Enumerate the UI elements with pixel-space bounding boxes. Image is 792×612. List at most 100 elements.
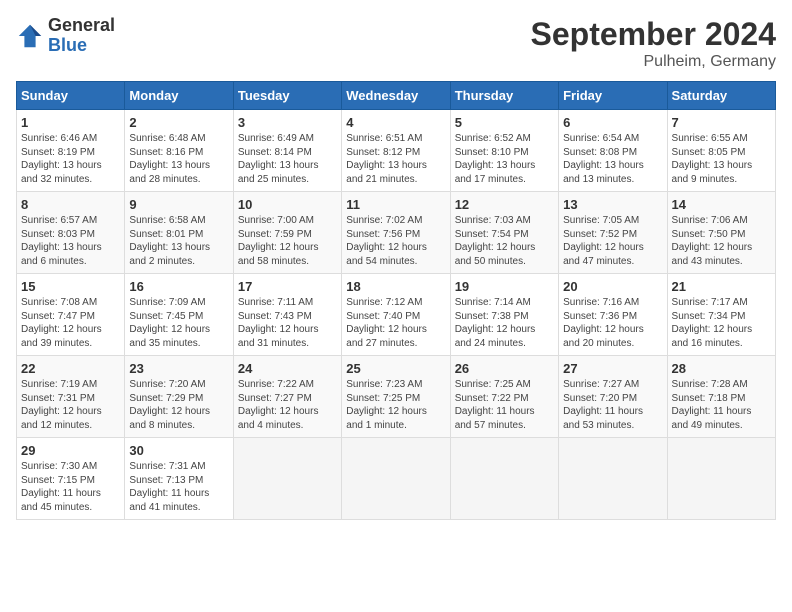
day-number: 18 (346, 279, 445, 294)
calendar-day-cell: 13 Sunrise: 7:05 AM Sunset: 7:52 PM Dayli… (559, 192, 667, 274)
calendar-day-cell: 2 Sunrise: 6:48 AM Sunset: 8:16 PM Daylig… (125, 110, 233, 192)
calendar-day-cell: 9 Sunrise: 6:58 AM Sunset: 8:01 PM Daylig… (125, 192, 233, 274)
day-info: Sunrise: 7:03 AM Sunset: 7:54 PM Dayligh… (455, 214, 554, 268)
weekday-header-cell: Wednesday (342, 82, 450, 110)
calendar-day-cell: 24 Sunrise: 7:22 AM Sunset: 7:27 PM Dayli… (233, 356, 341, 438)
day-number: 17 (238, 279, 337, 294)
day-info: Sunrise: 7:20 AM Sunset: 7:29 PM Dayligh… (129, 378, 228, 432)
day-number: 8 (21, 197, 120, 212)
day-info: Sunrise: 7:25 AM Sunset: 7:22 PM Dayligh… (455, 378, 554, 432)
calendar-table: SundayMondayTuesdayWednesdayThursdayFrid… (16, 81, 776, 520)
day-info: Sunrise: 7:02 AM Sunset: 7:56 PM Dayligh… (346, 214, 445, 268)
day-number: 19 (455, 279, 554, 294)
calendar-day-cell: 22 Sunrise: 7:19 AM Sunset: 7:31 PM Dayli… (17, 356, 125, 438)
logo-icon (16, 22, 44, 50)
day-number: 22 (21, 361, 120, 376)
calendar-day-cell: 4 Sunrise: 6:51 AM Sunset: 8:12 PM Daylig… (342, 110, 450, 192)
weekday-header-cell: Monday (125, 82, 233, 110)
weekday-header-cell: Sunday (17, 82, 125, 110)
month-title: September 2024 (531, 16, 776, 53)
calendar-day-cell: 1 Sunrise: 6:46 AM Sunset: 8:19 PM Daylig… (17, 110, 125, 192)
day-info: Sunrise: 7:30 AM Sunset: 7:15 PM Dayligh… (21, 460, 120, 514)
day-info: Sunrise: 7:23 AM Sunset: 7:25 PM Dayligh… (346, 378, 445, 432)
day-info: Sunrise: 6:48 AM Sunset: 8:16 PM Dayligh… (129, 132, 228, 186)
day-number: 2 (129, 115, 228, 130)
day-number: 13 (563, 197, 662, 212)
day-info: Sunrise: 7:28 AM Sunset: 7:18 PM Dayligh… (672, 378, 771, 432)
day-number: 11 (346, 197, 445, 212)
calendar-day-cell: 16 Sunrise: 7:09 AM Sunset: 7:45 PM Dayli… (125, 274, 233, 356)
calendar-day-cell: 29Sunrise: 7:30 AM Sunset: 7:15 PM Dayli… (17, 438, 125, 520)
calendar-day-cell: 15 Sunrise: 7:08 AM Sunset: 7:47 PM Dayli… (17, 274, 125, 356)
day-number: 14 (672, 197, 771, 212)
calendar-day-cell: 10 Sunrise: 7:00 AM Sunset: 7:59 PM Dayli… (233, 192, 341, 274)
day-number: 4 (346, 115, 445, 130)
day-info: Sunrise: 7:17 AM Sunset: 7:34 PM Dayligh… (672, 296, 771, 350)
day-number: 10 (238, 197, 337, 212)
day-number: 1 (21, 115, 120, 130)
day-info: Sunrise: 7:06 AM Sunset: 7:50 PM Dayligh… (672, 214, 771, 268)
day-number: 24 (238, 361, 337, 376)
calendar-day-cell: 28 Sunrise: 7:28 AM Sunset: 7:18 PM Dayli… (667, 356, 775, 438)
calendar-day-cell (559, 438, 667, 520)
day-number: 26 (455, 361, 554, 376)
day-number: 21 (672, 279, 771, 294)
calendar-week-row: 1 Sunrise: 6:46 AM Sunset: 8:19 PM Daylig… (17, 110, 776, 192)
day-info: Sunrise: 7:12 AM Sunset: 7:40 PM Dayligh… (346, 296, 445, 350)
day-number: 16 (129, 279, 228, 294)
day-number: 12 (455, 197, 554, 212)
day-info: Sunrise: 7:11 AM Sunset: 7:43 PM Dayligh… (238, 296, 337, 350)
calendar-day-cell: 30Sunrise: 7:31 AM Sunset: 7:13 PM Dayli… (125, 438, 233, 520)
day-number: 6 (563, 115, 662, 130)
logo: General Blue (16, 16, 115, 56)
day-info: Sunrise: 6:51 AM Sunset: 8:12 PM Dayligh… (346, 132, 445, 186)
logo-general-text: General (48, 16, 115, 36)
calendar-day-cell: 8 Sunrise: 6:57 AM Sunset: 8:03 PM Daylig… (17, 192, 125, 274)
day-info: Sunrise: 7:00 AM Sunset: 7:59 PM Dayligh… (238, 214, 337, 268)
calendar-week-row: 29Sunrise: 7:30 AM Sunset: 7:15 PM Dayli… (17, 438, 776, 520)
day-number: 5 (455, 115, 554, 130)
calendar-day-cell: 12 Sunrise: 7:03 AM Sunset: 7:54 PM Dayli… (450, 192, 558, 274)
day-number: 30 (129, 443, 228, 458)
calendar-day-cell: 23 Sunrise: 7:20 AM Sunset: 7:29 PM Dayli… (125, 356, 233, 438)
day-info: Sunrise: 6:57 AM Sunset: 8:03 PM Dayligh… (21, 214, 120, 268)
calendar-day-cell (450, 438, 558, 520)
calendar-day-cell: 11 Sunrise: 7:02 AM Sunset: 7:56 PM Dayli… (342, 192, 450, 274)
weekday-header-cell: Tuesday (233, 82, 341, 110)
day-number: 7 (672, 115, 771, 130)
calendar-day-cell: 14 Sunrise: 7:06 AM Sunset: 7:50 PM Dayli… (667, 192, 775, 274)
day-number: 23 (129, 361, 228, 376)
day-number: 25 (346, 361, 445, 376)
calendar-day-cell: 7 Sunrise: 6:55 AM Sunset: 8:05 PM Daylig… (667, 110, 775, 192)
calendar-day-cell: 6 Sunrise: 6:54 AM Sunset: 8:08 PM Daylig… (559, 110, 667, 192)
day-number: 28 (672, 361, 771, 376)
day-info: Sunrise: 6:54 AM Sunset: 8:08 PM Dayligh… (563, 132, 662, 186)
day-number: 9 (129, 197, 228, 212)
day-info: Sunrise: 7:22 AM Sunset: 7:27 PM Dayligh… (238, 378, 337, 432)
calendar-day-cell: 19Sunrise: 7:14 AM Sunset: 7:38 PM Dayli… (450, 274, 558, 356)
calendar-day-cell: 5Sunrise: 6:52 AM Sunset: 8:10 PM Daylig… (450, 110, 558, 192)
weekday-header-cell: Thursday (450, 82, 558, 110)
day-info: Sunrise: 6:58 AM Sunset: 8:01 PM Dayligh… (129, 214, 228, 268)
day-info: Sunrise: 7:27 AM Sunset: 7:20 PM Dayligh… (563, 378, 662, 432)
day-info: Sunrise: 6:46 AM Sunset: 8:19 PM Dayligh… (21, 132, 120, 186)
calendar-day-cell: 21 Sunrise: 7:17 AM Sunset: 7:34 PM Dayli… (667, 274, 775, 356)
day-info: Sunrise: 7:08 AM Sunset: 7:47 PM Dayligh… (21, 296, 120, 350)
calendar-body: 1 Sunrise: 6:46 AM Sunset: 8:19 PM Daylig… (17, 110, 776, 520)
day-info: Sunrise: 7:19 AM Sunset: 7:31 PM Dayligh… (21, 378, 120, 432)
calendar-day-cell: 17 Sunrise: 7:11 AM Sunset: 7:43 PM Dayli… (233, 274, 341, 356)
title-area: September 2024 Pulheim, Germany (531, 16, 776, 71)
page-header: General Blue September 2024 Pulheim, Ger… (16, 16, 776, 71)
day-info: Sunrise: 6:55 AM Sunset: 8:05 PM Dayligh… (672, 132, 771, 186)
day-number: 3 (238, 115, 337, 130)
calendar-day-cell: 25 Sunrise: 7:23 AM Sunset: 7:25 PM Dayli… (342, 356, 450, 438)
calendar-day-cell (233, 438, 341, 520)
location-title: Pulheim, Germany (531, 53, 776, 71)
day-info: Sunrise: 7:05 AM Sunset: 7:52 PM Dayligh… (563, 214, 662, 268)
weekday-header-row: SundayMondayTuesdayWednesdayThursdayFrid… (17, 82, 776, 110)
day-info: Sunrise: 7:09 AM Sunset: 7:45 PM Dayligh… (129, 296, 228, 350)
day-number: 27 (563, 361, 662, 376)
calendar-week-row: 15 Sunrise: 7:08 AM Sunset: 7:47 PM Dayli… (17, 274, 776, 356)
calendar-day-cell: 26 Sunrise: 7:25 AM Sunset: 7:22 PM Dayli… (450, 356, 558, 438)
day-number: 15 (21, 279, 120, 294)
